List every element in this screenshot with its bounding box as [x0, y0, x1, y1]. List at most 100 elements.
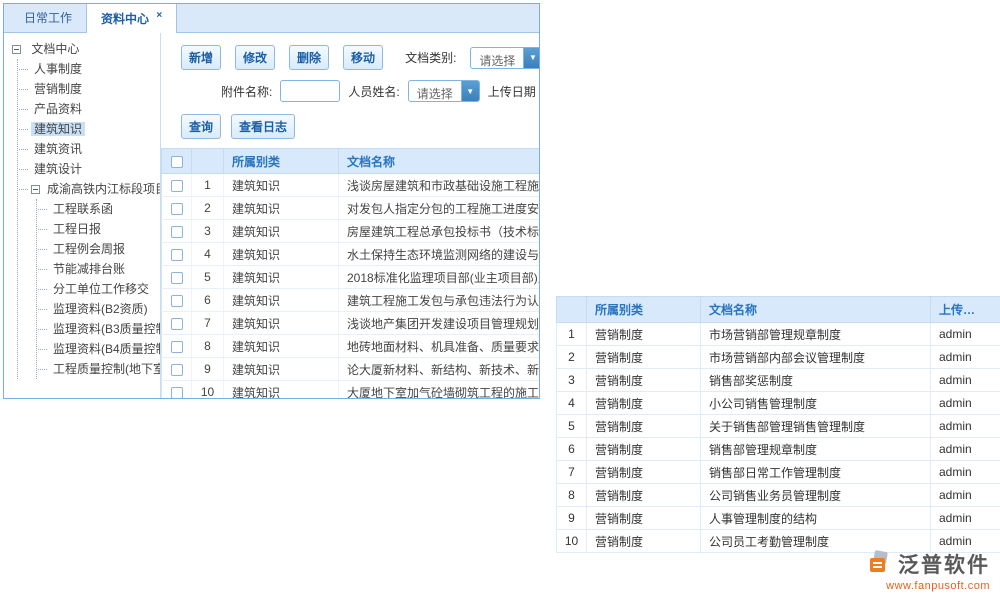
data-center-window: 日常工作 资料中心 × 文档中心 人事制度营销制度产品资料建筑知识建筑资讯建筑设…	[3, 3, 540, 399]
person-select[interactable]: 请选择 ▼	[408, 80, 480, 102]
add-button[interactable]: 新增	[181, 45, 221, 70]
doc-table-row[interactable]: 8建筑知识地砖地面材料、机具准备、质量要求及...	[162, 335, 540, 358]
sidebar-item-label: 工程联系函	[50, 202, 116, 216]
row-checkbox[interactable]	[171, 226, 183, 238]
row-uploader: admin	[931, 323, 1000, 346]
marketing-table-row[interactable]: 5营销制度关于销售部管理销售管理制度admin	[557, 415, 1000, 438]
doc-table-row[interactable]: 10建筑知识大厦地下室加气砼墙砌筑工程的施工方...	[162, 381, 540, 400]
tab-data-center[interactable]: 资料中心 ×	[86, 3, 177, 33]
row-checkbox[interactable]	[171, 249, 183, 261]
doc-table-row[interactable]: 9建筑知识论大厦新材料、新结构、新技术、新工...	[162, 358, 540, 381]
sidebar-item[interactable]: 分工单位工作移交	[37, 279, 160, 299]
sidebar-item[interactable]: 建筑资讯	[18, 139, 160, 159]
tab-close-icon[interactable]: ×	[156, 10, 162, 21]
sidebar-project-branch[interactable]: 成渝高铁内江标段项目	[18, 179, 160, 199]
sidebar-item[interactable]: 工程例会周报	[37, 239, 160, 259]
row-category: 营销制度	[587, 438, 701, 461]
attachment-input[interactable]	[280, 80, 340, 102]
sidebar-item[interactable]: 监理资料(B4质量控制)	[37, 339, 160, 359]
sidebar-item[interactable]: 监理资料(B3质量控制)	[37, 319, 160, 339]
sidebar-item[interactable]: 建筑知识	[18, 119, 160, 139]
edit-button[interactable]: 修改	[235, 45, 275, 70]
doc-type-label: 文档类别:	[405, 49, 456, 66]
category-header[interactable]: 所属别类	[224, 149, 339, 174]
row-docname: 公司销售业务员管理制度	[701, 484, 931, 507]
select-all-checkbox[interactable]	[171, 156, 183, 168]
tree-root-document-center[interactable]: 文档中心	[12, 39, 160, 59]
delete-button[interactable]: 删除	[289, 45, 329, 70]
sidebar-item[interactable]: 节能减排台账	[37, 259, 160, 279]
tab-daily-work[interactable]: 日常工作	[10, 3, 86, 32]
row-checkbox[interactable]	[171, 272, 183, 284]
row-number: 10	[192, 381, 224, 400]
sidebar-item-label: 工程质量控制(地下室)	[50, 362, 161, 376]
collapse-icon[interactable]	[12, 45, 21, 54]
doc-table-row[interactable]: 4建筑知识水土保持生态环境监测网络的建设与资...	[162, 243, 540, 266]
sidebar-item[interactable]: 产品资料	[18, 99, 160, 119]
row-checkbox[interactable]	[171, 295, 183, 307]
doc-table-row[interactable]: 6建筑知识建筑工程施工发包与承包违法行为认定...	[162, 289, 540, 312]
fanpu-logo: 泛普软件 www.fanpusoft.com	[867, 549, 990, 592]
marketing-table-row[interactable]: 7营销制度销售部日常工作管理制度admin	[557, 461, 1000, 484]
upload-date-label: 上传日期	[488, 83, 536, 100]
sidebar-item[interactable]: 营销制度	[18, 79, 160, 99]
row-checkbox[interactable]	[171, 341, 183, 353]
row-checkbox[interactable]	[171, 318, 183, 330]
collapse-icon[interactable]	[31, 185, 40, 194]
marketing-doc-panel: 所属别类 文档名称 上传… 1营销制度市场营销部管理规章制度admin2营销制度…	[556, 296, 1000, 556]
sidebar-item[interactable]: 工程质量控制(地下室)	[37, 359, 160, 379]
category-header[interactable]: 所属别类	[587, 297, 701, 323]
row-number: 4	[192, 243, 224, 266]
marketing-table-row[interactable]: 1营销制度市场营销部管理规章制度admin	[557, 323, 1000, 346]
query-button[interactable]: 查询	[181, 114, 221, 139]
view-log-button[interactable]: 查看日志	[231, 114, 295, 139]
row-checkbox[interactable]	[171, 387, 183, 399]
row-docname: 2018标准化监理项目部(业主项目部)人员...	[339, 266, 540, 289]
document-table-header: 所属别类 文档名称	[162, 149, 540, 174]
marketing-doc-table: 所属别类 文档名称 上传… 1营销制度市场营销部管理规章制度admin2营销制度…	[556, 296, 1000, 553]
marketing-table-row[interactable]: 6营销制度销售部管理规章制度admin	[557, 438, 1000, 461]
doc-table-row[interactable]: 7建筑知识浅谈地产集团开发建设项目管理规划编...	[162, 312, 540, 335]
tab-data-center-label: 资料中心	[101, 12, 149, 26]
sidebar-item-label: 工程例会周报	[50, 242, 128, 256]
dropdown-arrow-icon[interactable]: ▼	[461, 81, 479, 101]
person-label: 人员姓名:	[348, 83, 399, 100]
marketing-table-row[interactable]: 8营销制度公司销售业务员管理制度admin	[557, 484, 1000, 507]
person-value: 请选择	[409, 81, 461, 101]
row-docname: 市场营销部内部会议管理制度	[701, 346, 931, 369]
row-category: 建筑知识	[224, 381, 339, 400]
sidebar-item[interactable]: 建筑设计	[18, 159, 160, 179]
sidebar-item[interactable]: 人事制度	[18, 59, 160, 79]
move-button[interactable]: 移动	[343, 45, 383, 70]
sidebar-item[interactable]: 工程日报	[37, 219, 160, 239]
doc-table-row[interactable]: 1建筑知识浅谈房屋建筑和市政基础设施工程施工...	[162, 174, 540, 197]
sidebar-item-label: 产品资料	[31, 102, 85, 116]
marketing-table-row[interactable]: 3营销制度销售部奖惩制度admin	[557, 369, 1000, 392]
row-number: 7	[192, 312, 224, 335]
doc-type-select[interactable]: 请选择 ▼	[470, 47, 539, 69]
sidebar-item[interactable]: 监理资料(B2资质)	[37, 299, 160, 319]
sidebar-item[interactable]: 工程联系函	[37, 199, 160, 219]
marketing-table-row[interactable]: 4营销制度小公司销售管理制度admin	[557, 392, 1000, 415]
row-category: 建筑知识	[224, 358, 339, 381]
doc-table-row[interactable]: 5建筑知识2018标准化监理项目部(业主项目部)人员...	[162, 266, 540, 289]
row-checkbox[interactable]	[171, 203, 183, 215]
marketing-table-row[interactable]: 2营销制度市场营销部内部会议管理制度admin	[557, 346, 1000, 369]
dropdown-arrow-icon[interactable]: ▼	[523, 48, 539, 68]
row-checkbox[interactable]	[171, 180, 183, 192]
marketing-table-row[interactable]: 9营销制度人事管理制度的结构admin	[557, 507, 1000, 530]
row-number: 6	[192, 289, 224, 312]
row-category: 营销制度	[587, 461, 701, 484]
docname-header[interactable]: 文档名称	[339, 149, 540, 174]
docname-header[interactable]: 文档名称	[701, 297, 931, 323]
row-uploader: admin	[931, 392, 1000, 415]
attachment-label: 附件名称:	[221, 83, 272, 100]
row-checkbox[interactable]	[171, 364, 183, 376]
uploader-header[interactable]: 上传…	[931, 297, 1000, 323]
row-category: 营销制度	[587, 507, 701, 530]
doc-table-row[interactable]: 3建筑知识房屋建筑工程总承包投标书（技术标）...	[162, 220, 540, 243]
row-category: 营销制度	[587, 323, 701, 346]
doc-table-row[interactable]: 2建筑知识对发包人指定分包的工程施工进度安排...	[162, 197, 540, 220]
sidebar-item-label: 工程日报	[50, 222, 104, 236]
marketing-table-header: 所属别类 文档名称 上传…	[557, 297, 1000, 323]
